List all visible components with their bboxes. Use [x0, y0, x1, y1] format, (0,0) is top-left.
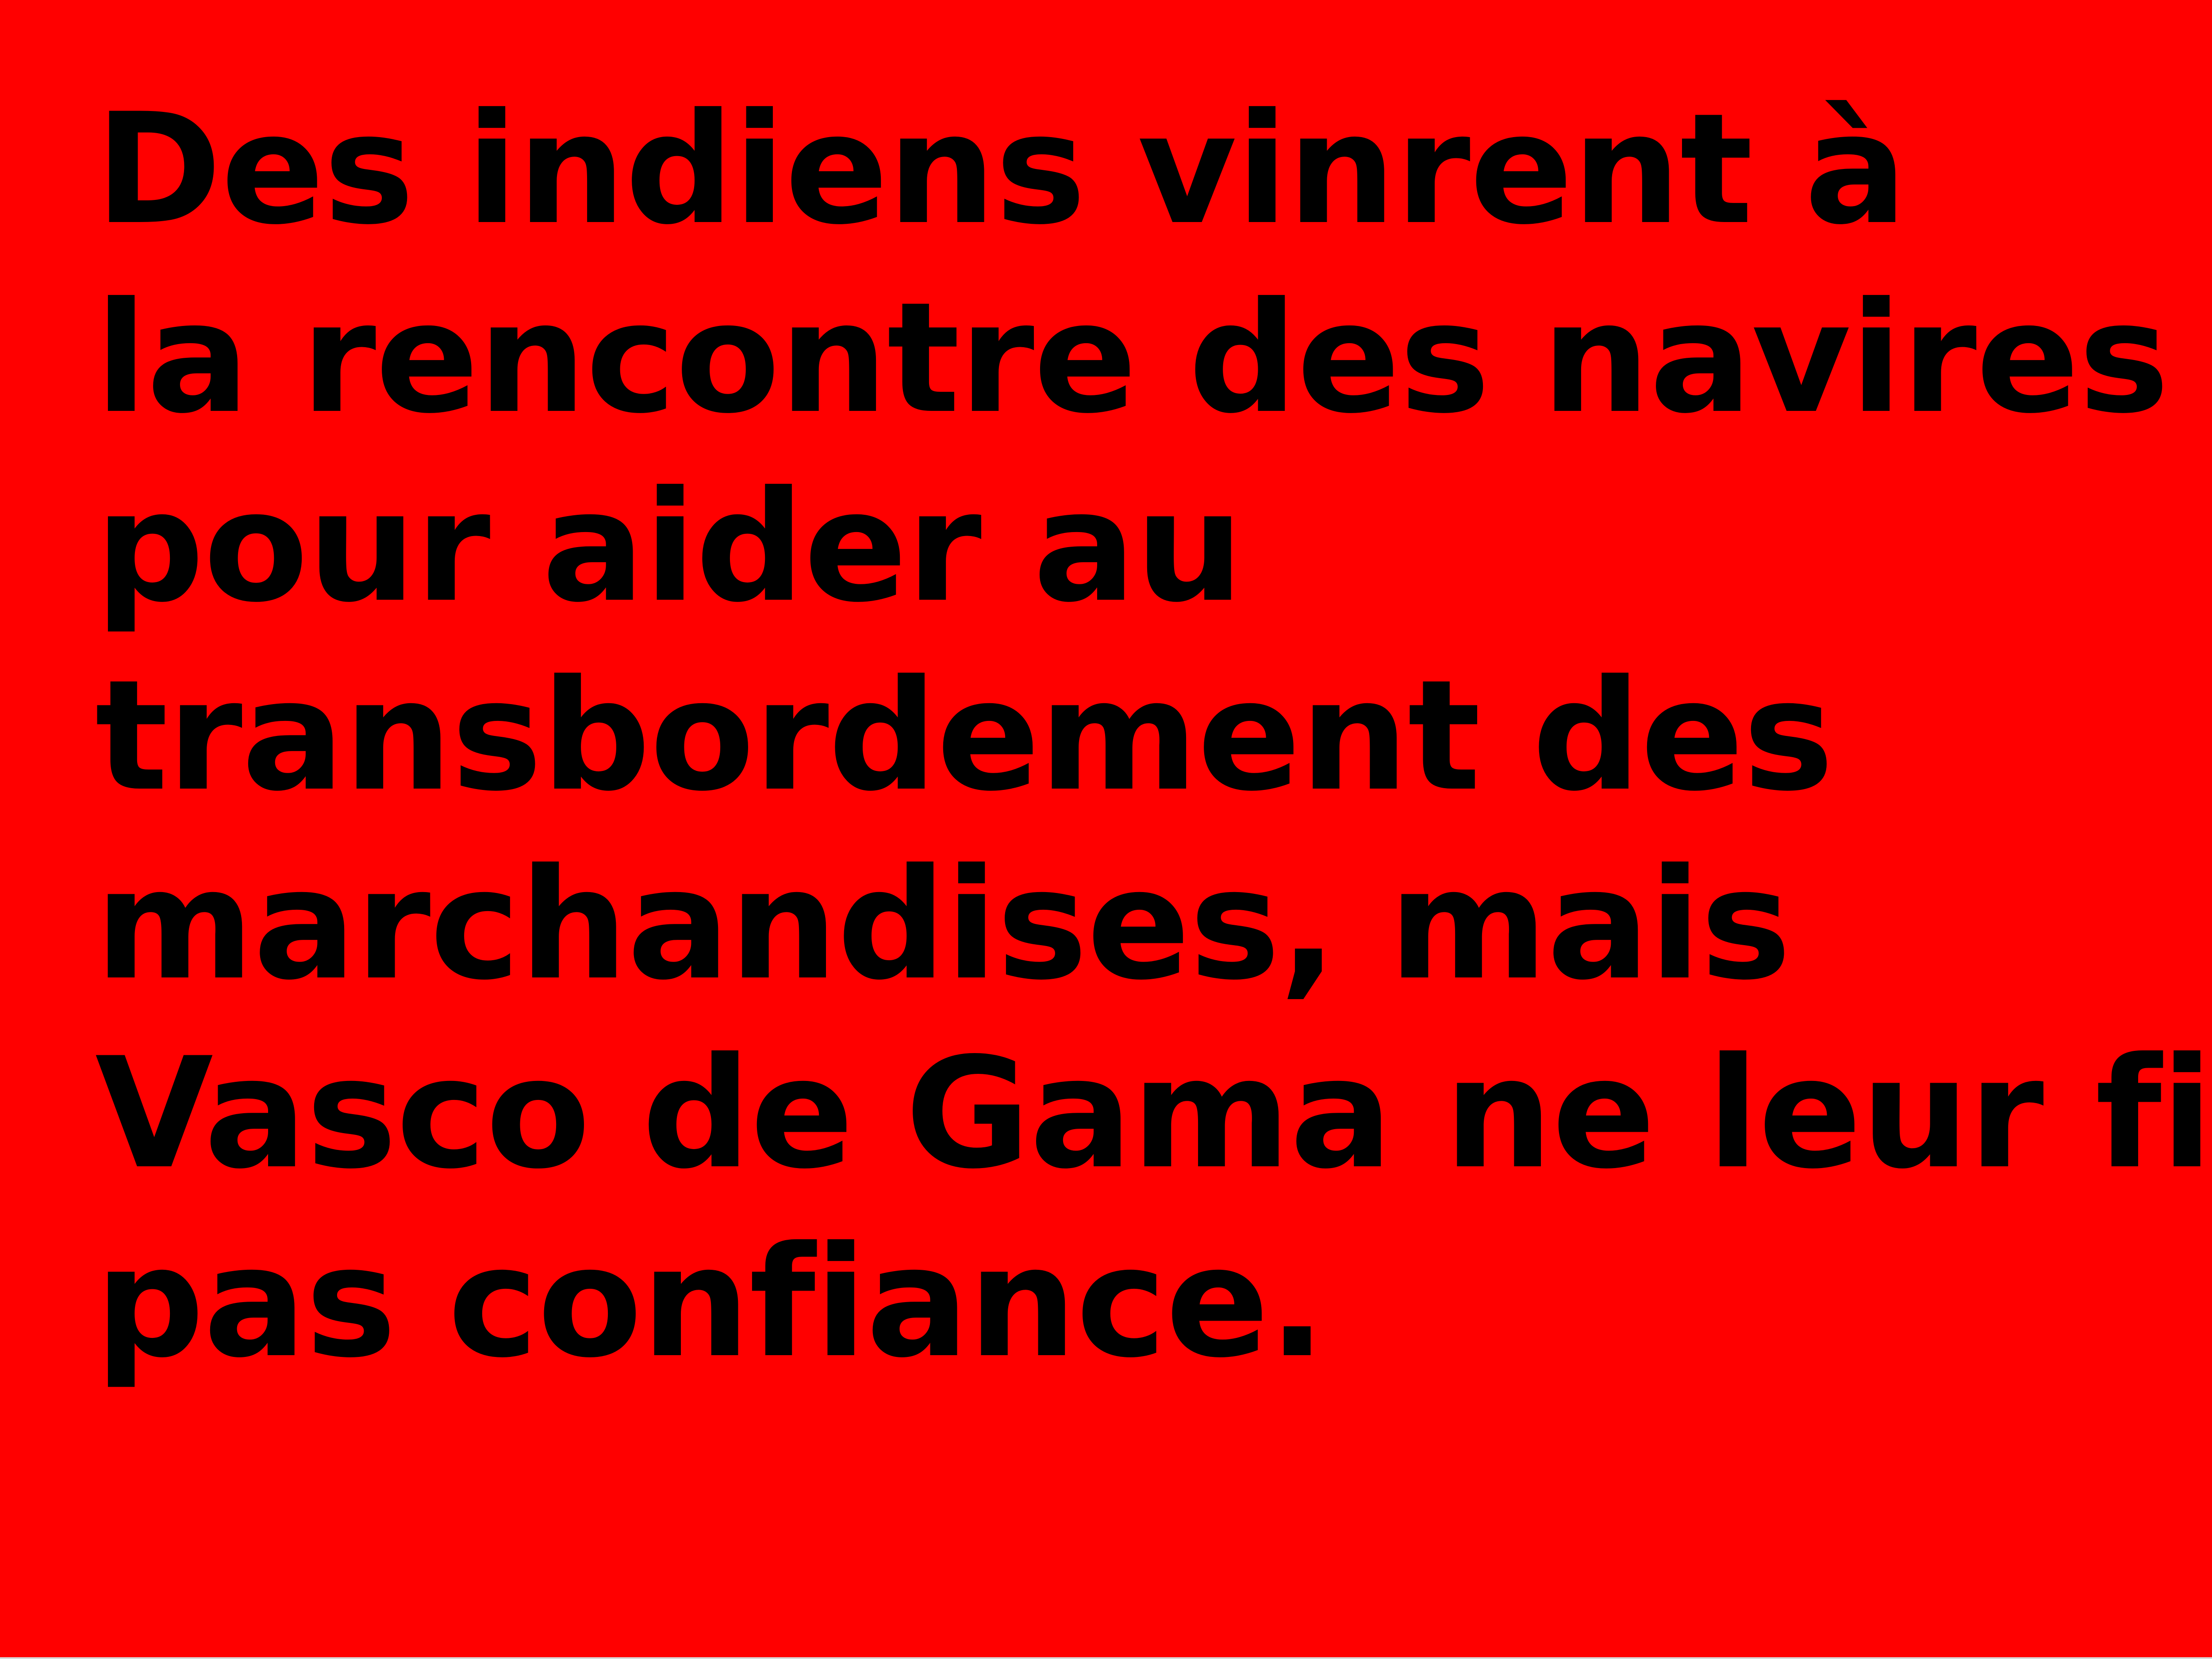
text-line-1: Des indiens vinrent à: [95, 81, 1907, 258]
text-line-2: la rencontre des navires: [95, 270, 2170, 447]
text-line-3: pour aider au: [95, 459, 1244, 636]
text-line-6: Vasco de Gama ne leur fit: [95, 1025, 2212, 1203]
text-line-7: pas confiance.: [95, 1214, 1326, 1391]
text-line-5: marchandises, mais: [95, 836, 1791, 1014]
bottom-edge-divider: [0, 1657, 2212, 1659]
red-text-panel: Des indiens vinrent à la rencontre des n…: [0, 0, 2212, 1659]
text-line-4: transbordement des: [95, 648, 1834, 825]
narrative-text: Des indiens vinrent à la rencontre des n…: [95, 75, 2212, 1397]
